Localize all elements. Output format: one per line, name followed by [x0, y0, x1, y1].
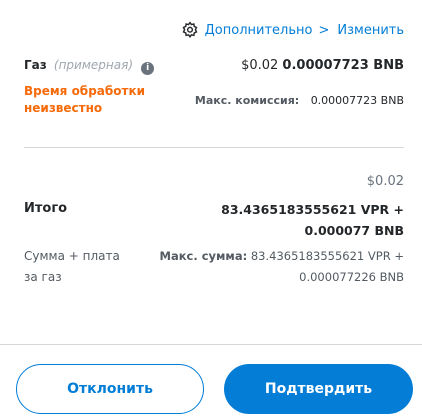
gas-estimated-label: (примерная): [53, 58, 134, 72]
confirm-button[interactable]: Подтвердить: [224, 364, 413, 414]
divider: [24, 147, 404, 148]
gas-amount: 0.00007723 BNB: [282, 58, 404, 73]
edit-link[interactable]: Изменить: [337, 23, 404, 38]
advanced-edit-bar: Дополнительно > Изменить: [181, 20, 404, 40]
footer-divider: [0, 344, 422, 345]
advanced-link[interactable]: Дополнительно: [205, 23, 313, 38]
max-fee: Макс. комиссия: 0.00007723 BNB: [195, 94, 404, 107]
gas-fiat: $0.02: [241, 58, 279, 73]
gas-label: Газ (примерная) i: [24, 58, 155, 75]
total-value: 83.4365183555621 VPR + 0.000077 BNB: [221, 202, 404, 238]
max-sum-value: 83.4365183555621 VPR + 0.000077226 BNB: [250, 249, 404, 284]
total-label: Итого: [24, 201, 68, 216]
max-sum: Макс. сумма: 83.4365183555621 VPR + 0.00…: [142, 246, 404, 288]
gas-title: Газ: [24, 58, 47, 72]
max-sum-label: Макс. сумма:: [159, 249, 248, 263]
gear-icon[interactable]: [181, 21, 199, 39]
max-fee-value: 0.00007723 BNB: [310, 94, 404, 107]
total-fiat: $0.02: [366, 174, 404, 189]
sum-plus-gas-label: Сумма + плата за газ: [24, 249, 120, 284]
reject-button[interactable]: Отклонить: [16, 364, 204, 414]
info-icon[interactable]: i: [141, 62, 155, 75]
gas-fee-value: $0.02 0.00007723 BNB: [241, 58, 404, 73]
processing-time-unknown: Время обработки неизвестно: [24, 84, 146, 115]
max-fee-label: Макс. комиссия:: [194, 94, 300, 107]
chevron-right-icon: >: [318, 22, 330, 38]
